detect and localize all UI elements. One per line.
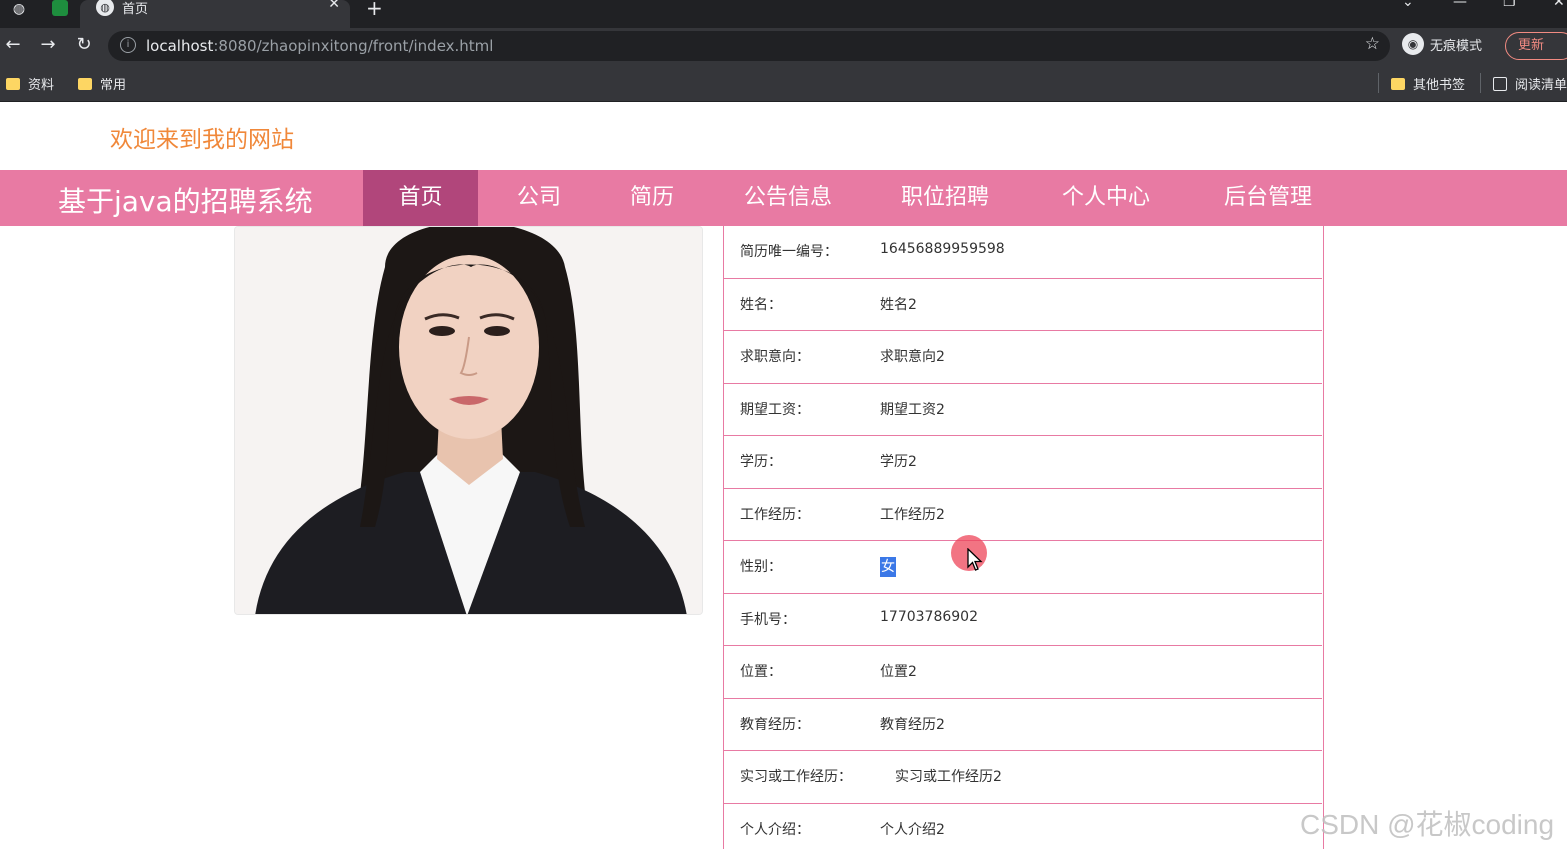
row-label: 位置： bbox=[740, 664, 782, 680]
row-label: 工作经历： bbox=[740, 506, 810, 523]
globe-icon[interactable]: ◍ bbox=[9, 0, 29, 18]
row-label: 教育经历： bbox=[740, 716, 810, 733]
nav-job-postings[interactable]: 职位招聘 bbox=[885, 170, 1005, 226]
row-value: 教育经历2 bbox=[880, 716, 945, 733]
table-row: 工作经历： 工作经历2 bbox=[724, 489, 1322, 541]
bookmark-label: 资料 bbox=[28, 78, 55, 93]
watermark: CSDN @花椒coding bbox=[1300, 809, 1555, 840]
table-row: 期望工资： 期望工资2 bbox=[724, 384, 1322, 436]
selected-text[interactable]: 女 bbox=[880, 557, 896, 577]
table-row: 实习或工作经历： 实习或工作经历2 bbox=[724, 751, 1322, 804]
row-value: 位置2 bbox=[880, 664, 917, 680]
incognito-icon: ◉ bbox=[1402, 33, 1424, 55]
row-value: 17703786902 bbox=[880, 608, 978, 625]
table-row: 学历： 学历2 bbox=[724, 436, 1322, 489]
incognito-indicator[interactable]: ◉ 无痕模式 bbox=[1402, 33, 1482, 55]
tab-search-icon[interactable]: ⌄ bbox=[1402, 0, 1414, 10]
row-value: 实习或工作经历2 bbox=[895, 769, 1002, 785]
info-icon[interactable]: i bbox=[120, 37, 136, 53]
browser-toolbar: ← → ↻ i localhost:8080/zhaopinxitong/fro… bbox=[0, 28, 1567, 64]
divider bbox=[1378, 73, 1379, 93]
mouse-cursor-icon bbox=[967, 548, 983, 571]
row-label: 实习或工作经历： bbox=[740, 769, 852, 785]
bookmark-folder[interactable]: 资料 bbox=[6, 74, 54, 93]
row-label: 姓名： bbox=[740, 296, 782, 313]
row-value: 期望工资2 bbox=[880, 401, 945, 418]
bookmark-star-icon[interactable]: ☆ bbox=[1365, 34, 1380, 54]
site-brand[interactable]: 基于java的招聘系统 bbox=[58, 180, 313, 220]
update-button[interactable]: 更新 bbox=[1505, 32, 1567, 60]
row-label: 性别： bbox=[740, 559, 782, 575]
welcome-text: 欢迎来到我的网站 bbox=[110, 127, 294, 153]
row-label: 学历： bbox=[740, 454, 782, 470]
row-label: 期望工资： bbox=[740, 401, 810, 418]
table-row: 简历唯一编号： 16456889959598 bbox=[724, 226, 1322, 279]
table-row: 手机号： 17703786902 bbox=[724, 594, 1322, 646]
other-bookmarks[interactable]: 其他书签 bbox=[1391, 74, 1465, 93]
row-value: 工作经历2 bbox=[880, 506, 945, 523]
nav-resume[interactable]: 简历 bbox=[603, 170, 701, 226]
folder-icon bbox=[1391, 77, 1405, 90]
window-close-icon[interactable]: ✕ bbox=[1553, 0, 1565, 10]
reading-list-icon bbox=[1493, 76, 1507, 91]
table-row: 个人介绍： 个人介绍2 bbox=[724, 804, 1322, 849]
tab-title: 首页 bbox=[122, 2, 149, 17]
bookmark-label: 常用 bbox=[100, 78, 127, 93]
browser-tab-bar: ◍ ◍ 首页 ✕ + ⌄ — ❐ ✕ bbox=[0, 0, 1567, 28]
back-icon[interactable]: ← bbox=[1, 34, 25, 55]
reload-icon[interactable]: ↻ bbox=[72, 34, 96, 55]
bookmarks-bar: 资料 常用 其他书签 阅读清单 bbox=[0, 64, 1567, 102]
table-row: 求职意向： 求职意向2 bbox=[724, 331, 1322, 384]
folder-icon bbox=[6, 77, 20, 90]
forward-icon[interactable]: → bbox=[36, 34, 60, 55]
main-nav: 基于java的招聘系统 首页 公司 简历 公告信息 职位招聘 个人中心 后台管理 bbox=[0, 170, 1567, 226]
row-label: 手机号： bbox=[740, 611, 796, 628]
bookmark-folder[interactable]: 常用 bbox=[78, 74, 126, 93]
sheets-icon[interactable] bbox=[52, 0, 68, 16]
bookmark-label: 其他书签 bbox=[1413, 78, 1466, 93]
row-label: 简历唯一编号： bbox=[740, 244, 838, 260]
globe-icon: ◍ bbox=[96, 0, 114, 16]
row-label: 求职意向： bbox=[740, 349, 810, 365]
address-bar[interactable]: i localhost:8080/zhaopinxitong/front/ind… bbox=[108, 31, 1390, 61]
divider bbox=[1480, 73, 1481, 93]
row-value: 个人介绍2 bbox=[880, 821, 945, 838]
nav-announcements[interactable]: 公告信息 bbox=[728, 170, 848, 226]
table-row: 位置： 位置2 bbox=[724, 646, 1322, 699]
bookmark-label: 阅读清单 bbox=[1515, 78, 1567, 93]
new-tab-icon[interactable]: + bbox=[366, 0, 383, 20]
close-icon[interactable]: ✕ bbox=[328, 0, 340, 12]
nav-personal-center[interactable]: 个人中心 bbox=[1046, 170, 1166, 226]
restore-icon[interactable]: ❐ bbox=[1503, 0, 1516, 10]
url-text[interactable]: localhost:8080/zhaopinxitong/front/index… bbox=[146, 37, 493, 55]
row-value: 学历2 bbox=[880, 454, 917, 470]
row-value: 女 bbox=[880, 556, 896, 577]
tab-home[interactable]: ◍ 首页 ✕ bbox=[80, 0, 350, 28]
table-row: 姓名： 姓名2 bbox=[724, 279, 1322, 331]
folder-icon bbox=[78, 77, 92, 90]
table-row: 教育经历： 教育经历2 bbox=[724, 699, 1322, 751]
resume-detail-table: 简历唯一编号： 16456889959598 姓名： 姓名2 求职意向： 求职意… bbox=[723, 226, 1324, 849]
incognito-label: 无痕模式 bbox=[1430, 38, 1483, 54]
minimize-icon[interactable]: — bbox=[1453, 0, 1467, 10]
nav-home[interactable]: 首页 bbox=[363, 170, 478, 226]
row-value: 求职意向2 bbox=[880, 349, 945, 365]
page-content: 欢迎来到我的网站 基于java的招聘系统 首页 公司 简历 公告信息 职位招聘 … bbox=[0, 102, 1567, 849]
row-value: 姓名2 bbox=[880, 296, 917, 313]
nav-admin[interactable]: 后台管理 bbox=[1208, 170, 1328, 226]
reading-list[interactable]: 阅读清单 bbox=[1493, 74, 1567, 93]
portrait-image bbox=[235, 227, 702, 614]
nav-company[interactable]: 公司 bbox=[490, 170, 588, 226]
row-label: 个人介绍： bbox=[740, 821, 810, 838]
table-row: 性别： 女 bbox=[724, 541, 1322, 594]
row-value: 16456889959598 bbox=[880, 241, 1005, 257]
resume-photo bbox=[234, 226, 703, 615]
